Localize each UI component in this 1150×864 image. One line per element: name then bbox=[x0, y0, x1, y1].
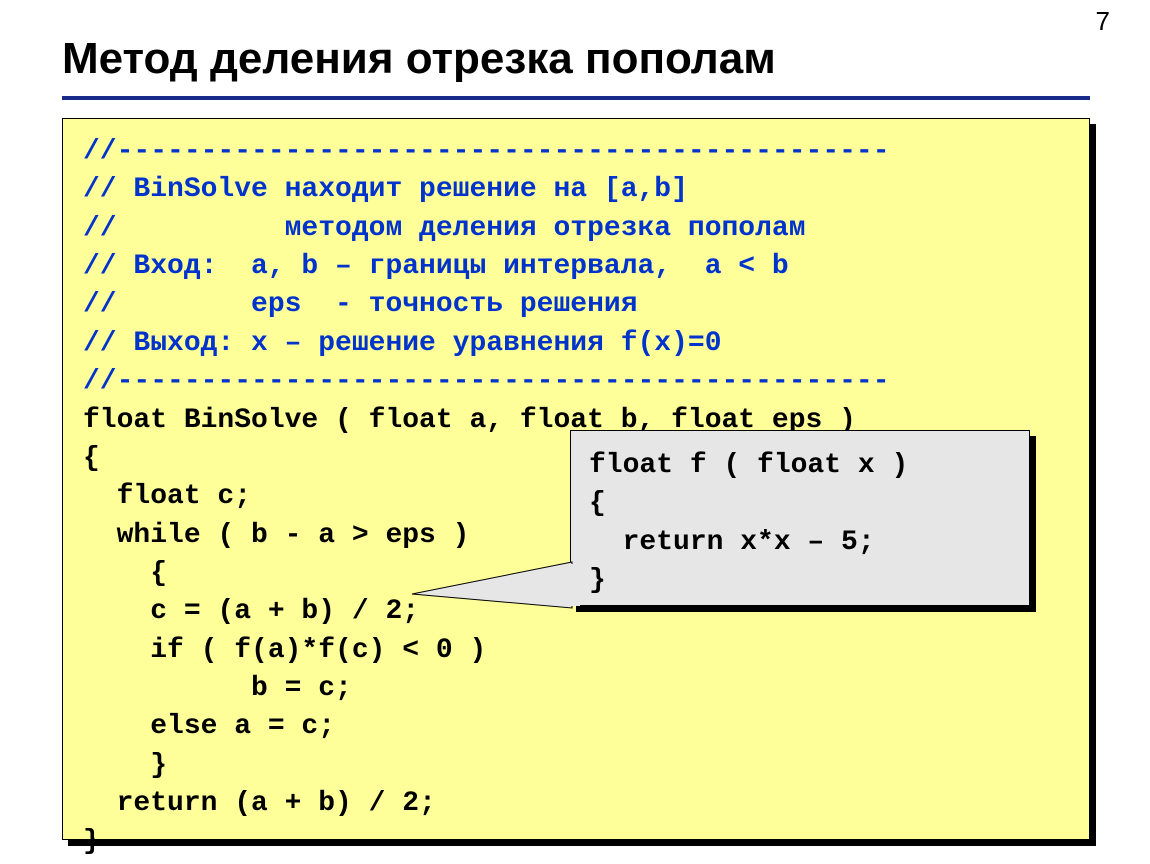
code-line: // BinSolve находит решение на [a,b] bbox=[83, 174, 688, 205]
code-line: //--------------------------------------… bbox=[83, 136, 890, 167]
code-line: } bbox=[83, 750, 167, 781]
code-line: } bbox=[83, 826, 100, 857]
slide-title: Метод деления отрезка пополам bbox=[62, 34, 776, 84]
code-line: // Вход: a, b – границы интервала, a < b bbox=[83, 251, 789, 282]
code-line: return (a + b) / 2; bbox=[83, 788, 436, 819]
code-line: b = c; bbox=[83, 673, 352, 704]
code-line: //--------------------------------------… bbox=[83, 366, 890, 397]
page-number: 7 bbox=[1096, 6, 1110, 37]
title-underline bbox=[62, 96, 1090, 100]
slide: 7 Метод деления отрезка пополам //------… bbox=[0, 0, 1150, 864]
callout-code: float f ( float x ) { return x*x – 5; } bbox=[589, 447, 1011, 600]
code-line: { bbox=[589, 488, 606, 519]
code-line: // eps - точность решения bbox=[83, 289, 638, 320]
code-line: { bbox=[83, 443, 100, 474]
code-line: c = (a + b) / 2; bbox=[83, 596, 419, 627]
code-line: // методом деления отрезка пополам bbox=[83, 213, 806, 244]
code-line: if ( f(a)*f(c) < 0 ) bbox=[83, 635, 486, 666]
code-line: while ( b - a > eps ) bbox=[83, 520, 469, 551]
callout-box: float f ( float x ) { return x*x – 5; } bbox=[570, 430, 1030, 606]
code-line: float f ( float x ) bbox=[589, 450, 908, 481]
code-line: return x*x – 5; bbox=[589, 527, 875, 558]
code-line: else a = c; bbox=[83, 711, 335, 742]
code-line: float c; bbox=[83, 481, 251, 512]
code-line: { bbox=[83, 558, 167, 589]
code-line: // Выход: x – решение уравнения f(x)=0 bbox=[83, 328, 722, 359]
code-line: } bbox=[589, 565, 606, 596]
